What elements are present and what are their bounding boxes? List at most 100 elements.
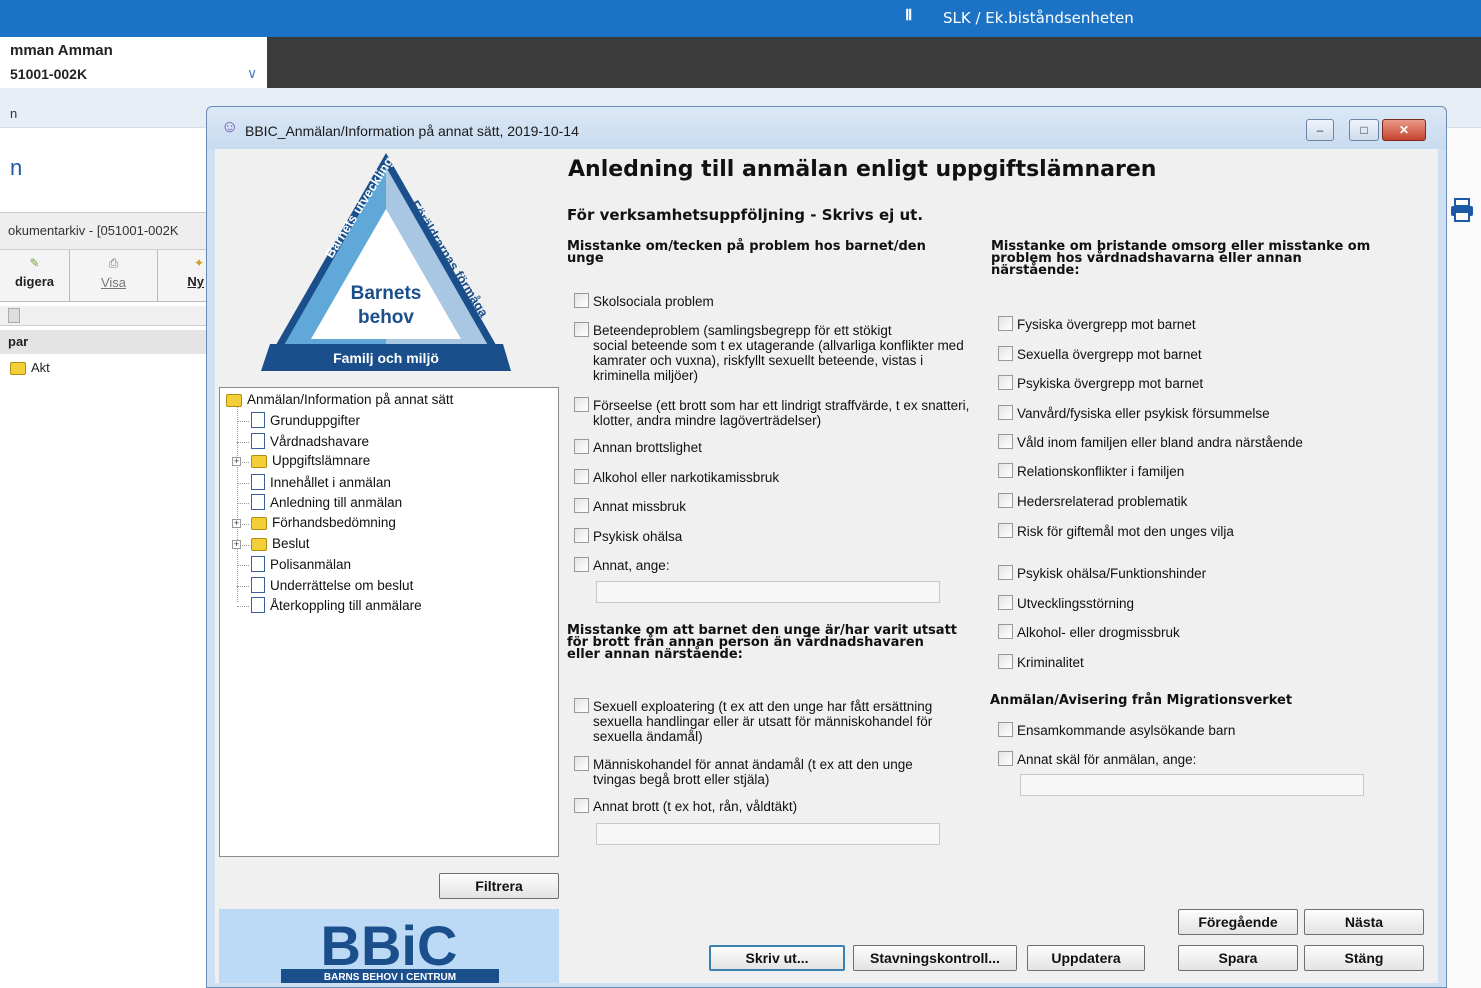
view-button[interactable]: ⎙ Visa bbox=[70, 250, 158, 302]
tree-item[interactable]: Vårdnadshavare bbox=[251, 432, 369, 449]
document-icon bbox=[251, 432, 265, 449]
checkbox[interactable] bbox=[574, 439, 589, 454]
checkbox[interactable] bbox=[998, 624, 1013, 639]
checkbox[interactable] bbox=[998, 463, 1013, 478]
tree-root[interactable]: Anmälan/Information på annat sätt bbox=[226, 392, 453, 407]
tree-item[interactable]: Grunduppgifter bbox=[251, 412, 360, 428]
expand-toggle[interactable]: + bbox=[232, 519, 241, 528]
section-child-problems-title: Misstanke om/tecken på problem hos barne… bbox=[567, 239, 926, 266]
document-icon bbox=[251, 556, 265, 573]
dialog-title: BBIC_Anmälan/Information på annat sätt, … bbox=[245, 123, 579, 139]
checkbox[interactable] bbox=[998, 316, 1013, 331]
section-crime-title: Misstanke om att barnet den unge är/har … bbox=[567, 623, 957, 662]
other-problem-input[interactable] bbox=[596, 581, 940, 603]
checkbox[interactable] bbox=[574, 528, 589, 543]
chevron-down-icon[interactable]: ∨ bbox=[247, 65, 257, 82]
checkbox[interactable] bbox=[574, 698, 589, 713]
document-icon bbox=[251, 412, 265, 428]
checkbox[interactable] bbox=[574, 469, 589, 484]
edit-button[interactable]: ✎ digera bbox=[0, 250, 70, 302]
logo-center-line2: behov bbox=[358, 307, 414, 328]
print-icon[interactable] bbox=[1448, 196, 1476, 224]
user-icon: ☺ bbox=[221, 117, 239, 136]
checkbox[interactable] bbox=[998, 595, 1013, 610]
section-migration-title: Anmälan/Avisering från Migrationsverket bbox=[990, 693, 1293, 708]
expand-toggle[interactable]: + bbox=[232, 539, 241, 549]
checkbox[interactable] bbox=[998, 346, 1013, 361]
minimize-button[interactable]: – bbox=[1306, 119, 1334, 141]
horizontal-scrollbar[interactable] bbox=[0, 306, 208, 326]
update-button[interactable]: Uppdatera bbox=[1027, 945, 1145, 971]
checkbox[interactable] bbox=[998, 375, 1013, 390]
print-button[interactable]: Skriv ut... bbox=[709, 945, 845, 971]
tree-item[interactable]: Uppgiftslämnare bbox=[251, 453, 370, 469]
folder-icon bbox=[251, 537, 267, 551]
list-item[interactable]: Akt bbox=[10, 360, 50, 375]
folder-icon bbox=[251, 517, 267, 530]
doc-archive-toolbar: ✎ digera ⎙ Visa ✦ Ny bbox=[0, 250, 208, 302]
checkbox[interactable] bbox=[574, 498, 589, 513]
bbic-logo-text: BBiC bbox=[321, 914, 458, 977]
checkbox[interactable] bbox=[998, 751, 1013, 766]
folder-icon bbox=[251, 455, 267, 469]
expand-toggle[interactable]: + bbox=[232, 457, 241, 467]
checkbox[interactable] bbox=[998, 523, 1013, 538]
previous-button[interactable]: Föregående bbox=[1178, 909, 1298, 935]
tree-item[interactable]: Förhandsbedömning bbox=[251, 515, 396, 530]
right-panel bbox=[1446, 128, 1481, 988]
tree-item[interactable]: Polisanmälan bbox=[251, 556, 351, 573]
maximize-button[interactable]: □ bbox=[1349, 119, 1379, 141]
logo-center-line1: Barnets bbox=[351, 283, 422, 304]
form-heading: Anledning till anmälan enligt uppgiftslä… bbox=[568, 157, 1157, 182]
tree-item[interactable]: Underrättelse om beslut bbox=[251, 576, 413, 593]
dialog-titlebar[interactable]: ☺ BBIC_Anmälan/Information på annat sätt… bbox=[207, 107, 1446, 149]
checkbox[interactable] bbox=[574, 756, 589, 771]
tree-item[interactable]: Anledning till anmälan bbox=[251, 494, 402, 511]
org-label[interactable]: SLK / Ek.biståndsenheten bbox=[943, 9, 1134, 27]
navigation-tree[interactable]: Anmälan/Information på annat sätt Grundu… bbox=[219, 387, 559, 857]
scroll-thumb[interactable] bbox=[8, 308, 20, 323]
other-crime-input[interactable] bbox=[596, 823, 940, 845]
document-icon bbox=[251, 597, 265, 614]
folder-icon bbox=[10, 362, 26, 375]
document-icon bbox=[251, 473, 265, 490]
checkbox[interactable] bbox=[998, 722, 1013, 737]
filter-button[interactable]: Filtrera bbox=[439, 873, 559, 899]
next-button[interactable]: Nästa bbox=[1304, 909, 1424, 935]
app-header: Ⅱ SLK / Ek.biståndsenheten bbox=[0, 0, 1481, 37]
edit-icon: ✎ bbox=[29, 256, 40, 270]
checkbox[interactable] bbox=[574, 397, 589, 412]
close-button[interactable]: Stäng bbox=[1304, 945, 1424, 971]
bbic-logo-subtext: BARNS BEHOV I CENTRUM bbox=[324, 972, 456, 983]
checkbox[interactable] bbox=[998, 405, 1013, 420]
checkbox[interactable] bbox=[998, 493, 1013, 508]
bbic-logo: BBiC BARNS BEHOV I CENTRUM bbox=[219, 909, 559, 983]
checkbox[interactable] bbox=[998, 434, 1013, 449]
checkbox[interactable] bbox=[574, 557, 589, 572]
close-window-button[interactable]: ✕ bbox=[1382, 119, 1426, 141]
tree-item[interactable]: Återkoppling till anmälare bbox=[251, 597, 422, 614]
subnav-text[interactable]: n bbox=[10, 106, 17, 121]
patient-selector[interactable]: mman Amman 51001-002K ∨ bbox=[0, 37, 267, 88]
save-button[interactable]: Spara bbox=[1178, 945, 1298, 971]
new-icon: ✦ bbox=[193, 256, 204, 270]
document-icon bbox=[251, 494, 265, 511]
doc-archive-header: okumentarkiv - [051001-002K bbox=[0, 212, 208, 250]
new-button[interactable]: ✦ Ny bbox=[158, 250, 208, 302]
other-reason-input[interactable] bbox=[1020, 774, 1364, 796]
checkbox[interactable] bbox=[998, 654, 1013, 669]
checkbox[interactable] bbox=[998, 565, 1013, 580]
checkbox[interactable] bbox=[574, 322, 589, 337]
list-header: par bbox=[0, 330, 208, 354]
checkbox[interactable] bbox=[574, 293, 589, 308]
logo-bottom-text: Familj och miljö bbox=[333, 350, 439, 366]
patient-id: 51001-002K bbox=[10, 66, 88, 82]
tree-item[interactable]: Innehållet i anmälan bbox=[251, 473, 391, 490]
building-icon: Ⅱ bbox=[905, 7, 913, 24]
tree-item[interactable]: Beslut bbox=[251, 536, 310, 551]
bbic-triangle-logo: Barnets utveckling Föräldrarnas förmåga … bbox=[215, 149, 559, 384]
checkbox[interactable] bbox=[574, 798, 589, 813]
spellcheck-button[interactable]: Stavningskontroll... bbox=[853, 945, 1017, 971]
doc-archive-title: okumentarkiv - [051001-002K bbox=[8, 223, 179, 238]
document-icon bbox=[251, 576, 265, 593]
